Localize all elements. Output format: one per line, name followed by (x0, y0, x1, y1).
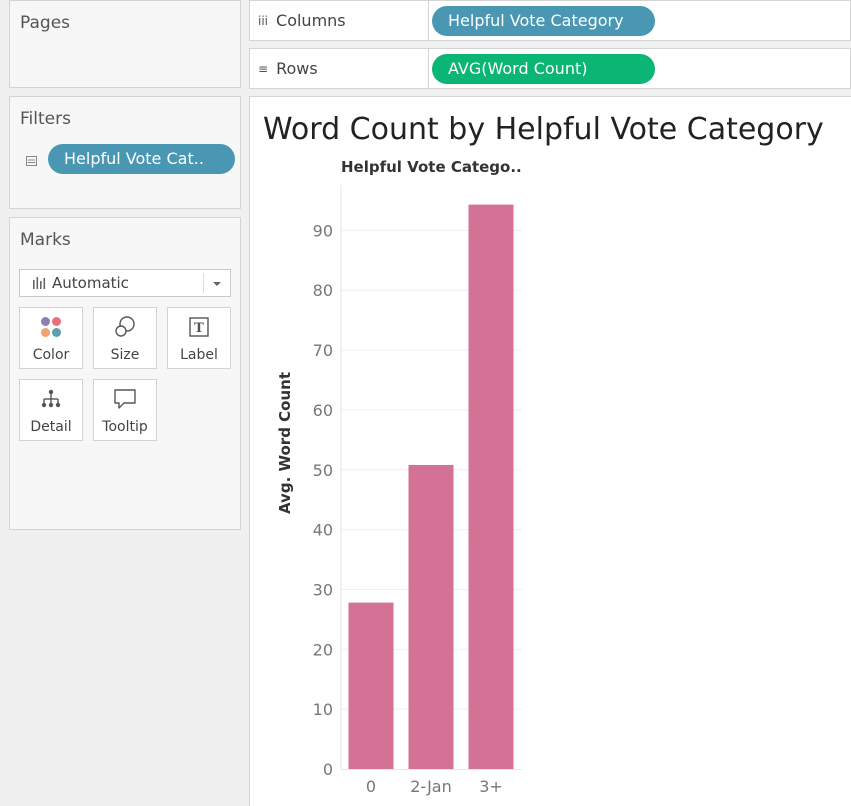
y-tick-label: 60 (313, 401, 333, 420)
bar[interactable] (348, 602, 394, 769)
svg-text:T: T (194, 321, 204, 336)
x-tick-label: 2-Jan (410, 777, 452, 796)
color-label: Color (32, 347, 70, 363)
x-tick-label: 3+ (479, 777, 503, 796)
speech-bubble-icon (94, 388, 156, 410)
rows-pill[interactable]: AVG(Word Count) (432, 54, 655, 84)
filter-field-icon (26, 151, 37, 166)
filters-title: Filters (20, 109, 71, 129)
label-button[interactable]: T Label (167, 307, 231, 369)
x-tick-label: 0 (366, 777, 376, 796)
pages-panel: Pages (9, 0, 241, 88)
shelf-divider (428, 49, 429, 88)
y-tick-label: 0 (323, 760, 333, 779)
columns-shelf[interactable]: iii Columns Helpful Vote Category (249, 0, 851, 41)
hierarchy-icon (20, 388, 82, 410)
bar[interactable] (408, 464, 454, 769)
color-icon (20, 316, 82, 338)
rows-label: Rows (276, 59, 318, 78)
bar-chart: 0 10 20 30 40 50 60 70 80 90 0 2-Jan 3+ (313, 185, 522, 796)
columns-icon: iii (258, 13, 269, 28)
rows-shelf-header: ≡ Rows (258, 49, 318, 88)
marks-panel: Marks Automatic Color Size T Label Detai… (9, 217, 241, 530)
columns-pill[interactable]: Helpful Vote Category (432, 6, 655, 36)
rows-icon: ≡ (258, 61, 269, 76)
y-tick-label: 30 (313, 580, 333, 599)
mark-type-dropdown[interactable]: Automatic (19, 269, 231, 297)
mark-type-label: Automatic (52, 274, 129, 292)
shelf-divider (428, 1, 429, 40)
filter-pill[interactable]: Helpful Vote Cat.. (48, 144, 235, 174)
y-tick-label: 80 (313, 281, 333, 300)
view-canvas: Word Count by Helpful Vote Category Help… (249, 96, 851, 806)
text-label-icon: T (168, 316, 230, 338)
detail-label: Detail (30, 419, 72, 435)
label-label: Label (180, 347, 218, 363)
columns-label: Columns (276, 11, 346, 30)
chevron-down-icon (213, 282, 221, 286)
columns-shelf-header: iii Columns (258, 1, 346, 40)
color-button[interactable]: Color (19, 307, 83, 369)
detail-button[interactable]: Detail (19, 379, 83, 441)
size-button[interactable]: Size (93, 307, 157, 369)
y-tick-label: 10 (313, 700, 333, 719)
y-tick-label: 20 (313, 640, 333, 659)
dropdown-divider (203, 273, 204, 293)
tooltip-button[interactable]: Tooltip (93, 379, 157, 441)
bar-chart-icon (32, 275, 46, 293)
y-tick-label: 70 (313, 341, 333, 360)
size-label: Size (110, 347, 140, 363)
y-tick-label: 90 (313, 221, 333, 240)
tooltip-label: Tooltip (102, 419, 148, 435)
size-icon (94, 316, 156, 338)
y-tick-label: 40 (313, 521, 333, 540)
pages-title: Pages (20, 13, 71, 33)
y-tick-label: 50 (313, 461, 333, 480)
bar[interactable] (468, 204, 514, 769)
filters-panel: Filters Helpful Vote Cat.. (9, 96, 241, 209)
marks-title: Marks (20, 230, 71, 250)
rows-shelf[interactable]: ≡ Rows AVG(Word Count) (249, 48, 851, 89)
